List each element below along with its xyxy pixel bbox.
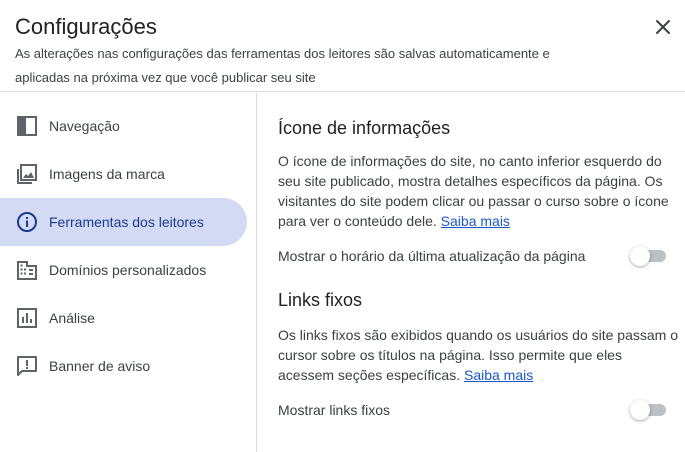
- sidebar-item-label: Domínios personalizados: [49, 262, 207, 278]
- info-section-title: Ícone de informações: [278, 118, 451, 138]
- sidebar-item-brand-images[interactable]: Imagens da marca: [0, 150, 247, 198]
- toggle-thumb: [630, 246, 650, 266]
- sidebar-item-custom-domains[interactable]: Domínios personalizados: [0, 246, 247, 294]
- sidebar-item-label: Imagens da marca: [49, 166, 165, 182]
- anchor-section-description: Os links fixos são exibidos quando os us…: [278, 325, 678, 385]
- close-icon: [656, 20, 670, 34]
- sidebar-item-navigation[interactable]: Navegação: [0, 102, 247, 150]
- anchor-links-toggle-row: Mostrar links fixos: [278, 398, 678, 422]
- anchor-links-toggle-label: Mostrar links fixos: [278, 402, 391, 418]
- settings-sidebar: Navegação Imagens da marca Ferramentas d…: [0, 93, 257, 452]
- toggle-thumb: [630, 400, 650, 420]
- sidebar-item-label: Banner de aviso: [49, 358, 151, 374]
- info-learn-more-link[interactable]: Saiba mais: [441, 213, 510, 229]
- last-updated-toggle-row: Mostrar o horário da última atualização …: [278, 244, 678, 268]
- sidebar-item-warning-banner[interactable]: Banner de aviso: [0, 342, 247, 390]
- analytics-icon: [17, 308, 37, 328]
- domain-icon: [17, 261, 37, 280]
- info-icon: [17, 212, 37, 232]
- announcement-icon: [17, 356, 37, 376]
- anchor-section-title: Links fixos: [278, 290, 363, 310]
- close-button[interactable]: [648, 12, 678, 42]
- anchor-links-toggle[interactable]: [630, 400, 668, 420]
- sidebar-item-label: Análise: [49, 310, 95, 326]
- navigation-icon: [17, 116, 37, 136]
- last-updated-toggle-label: Mostrar o horário da última atualização …: [278, 248, 586, 264]
- brand-images-icon: [17, 164, 37, 184]
- dialog-title: Configurações: [15, 14, 157, 39]
- sidebar-item-label: Navegação: [49, 118, 120, 134]
- info-section-description: O ícone de informações do site, no canto…: [278, 151, 678, 231]
- anchor-learn-more-link[interactable]: Saiba mais: [464, 367, 533, 383]
- sidebar-item-analytics[interactable]: Análise: [0, 294, 247, 342]
- last-updated-toggle[interactable]: [630, 246, 668, 266]
- dialog-header: Configurações As alterações nas configur…: [0, 0, 685, 92]
- sidebar-item-reader-tools[interactable]: Ferramentas dos leitores: [0, 198, 247, 246]
- sidebar-item-label: Ferramentas dos leitores: [49, 214, 204, 230]
- dialog-subtitle: As alterações nas configurações das ferr…: [15, 46, 550, 85]
